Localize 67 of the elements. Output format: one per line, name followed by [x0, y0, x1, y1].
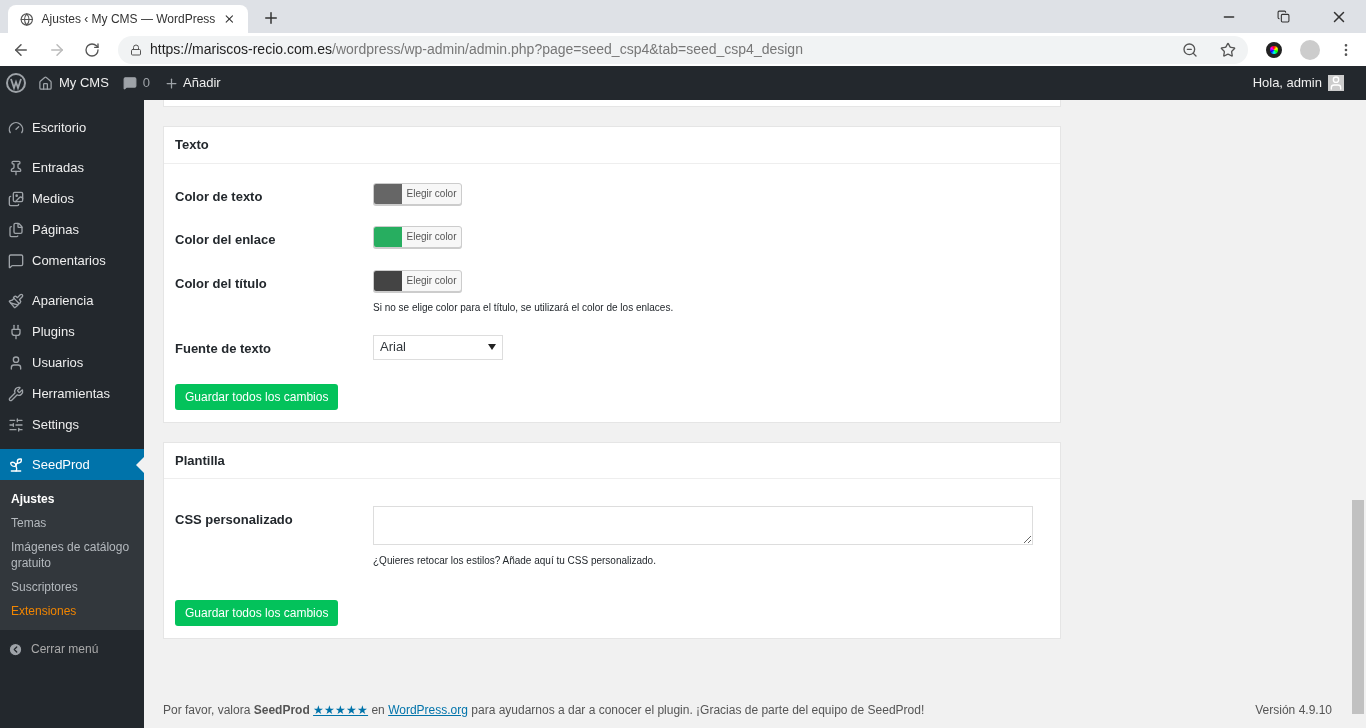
globe-icon: [20, 11, 34, 27]
submenu-item[interactable]: Suscriptores: [0, 575, 144, 599]
menu-item-icon: [8, 292, 24, 309]
sidebar-item[interactable]: Escritorio: [0, 112, 144, 143]
submenu-item[interactable]: Extensiones: [0, 599, 144, 623]
sidebar-item[interactable]: Usuarios: [0, 347, 144, 378]
field-label: Color de texto: [175, 187, 264, 206]
menu-item-icon: [8, 456, 24, 473]
dropdown-arrow-icon: [488, 344, 496, 350]
collapse-menu-button[interactable]: Cerrar menú: [0, 636, 144, 662]
menu-item-icon: [8, 385, 24, 402]
panel-title: Texto: [164, 127, 1060, 164]
panel-title: Plantilla: [164, 442, 1060, 479]
bookmark-star-icon[interactable]: [1220, 41, 1236, 58]
sidebar-item[interactable]: Páginas: [0, 214, 144, 245]
sidebar-item[interactable]: Entradas: [0, 152, 144, 183]
sidebar-item[interactable]: Plugins: [0, 316, 144, 347]
new-link[interactable]: Añadir: [183, 73, 221, 93]
menu-item-icon: [8, 190, 24, 207]
zoom-icon[interactable]: [1182, 41, 1198, 58]
user-avatar-icon: [1328, 75, 1344, 91]
field-label: Color del enlace: [175, 231, 277, 249]
lock-icon: [130, 43, 142, 56]
help-text: Si no se elige color para el título, se utilizará el color de los enlaces.: [373, 300, 674, 315]
menu-item-icon: [8, 159, 24, 176]
menu-item-icon: [8, 354, 24, 371]
home-icon: [38, 75, 53, 91]
sidebar-item[interactable]: Apariencia: [0, 285, 144, 316]
comment-count[interactable]: 0: [142, 73, 151, 93]
address-field[interactable]: https://mariscos-recio.com.es/wordpress/wp-admin/admin.php?page=seed_csp4&tab=seed_csp4_design: [118, 35, 1248, 64]
sidebar-item[interactable]: Comentarios: [0, 245, 144, 276]
version-text: Versión 4.9.10: [1255, 702, 1332, 719]
wordpress-org-link[interactable]: WordPress.org: [388, 703, 468, 717]
reload-icon[interactable]: [84, 41, 100, 58]
extension-icon[interactable]: [1266, 41, 1282, 58]
sidebar-item[interactable]: Herramientas: [0, 378, 144, 409]
plus-icon: [164, 75, 180, 91]
site-name-link[interactable]: My CMS: [59, 73, 109, 93]
collapse-icon: [8, 641, 23, 657]
color-picker-button[interactable]: Elegir color: [373, 182, 462, 205]
menu-item-icon: [8, 416, 24, 433]
menu-item-icon: [8, 221, 24, 238]
field-label: Color del título: [175, 274, 268, 293]
comment-icon: [122, 76, 137, 90]
rating-stars-link[interactable]: ★★★★★: [313, 703, 369, 717]
color-picker-button[interactable]: Elegir color: [373, 269, 462, 292]
field-label: Fuente de texto: [175, 339, 273, 358]
footer-text: Por favor, valora SeedProd ★★★★★ en WordPress.org para ayudarnos a dar a conocer el plugin. ¡Gracias de parte del equipo de SeedProd!: [163, 702, 925, 719]
field-label: CSS personalizado: [175, 511, 294, 529]
new-tab-icon[interactable]: [262, 9, 280, 27]
menu-item-icon: [8, 323, 24, 340]
submenu-item[interactable]: Temas: [0, 511, 144, 535]
color-picker-button[interactable]: Elegir color: [373, 226, 462, 248]
menu-item-icon: [8, 252, 24, 269]
wordpress-logo-icon[interactable]: [6, 73, 26, 93]
close-tab-icon[interactable]: [223, 12, 236, 26]
greeting-link[interactable]: Hola, admin: [1252, 73, 1322, 93]
browser-tab[interactable]: Ajustes ‹ My CMS — WordPress: [8, 5, 248, 33]
restore-icon[interactable]: [1277, 10, 1290, 23]
sidebar-item[interactable]: Medios: [0, 183, 144, 214]
help-text: ¿Quieres retocar los estilos? Añade aquí tu CSS personalizado.: [373, 554, 657, 568]
submenu-item[interactable]: Imágenes de catálogo gratuito: [0, 535, 144, 575]
sidebar-item[interactable]: SeedProd: [0, 449, 144, 480]
submenu-item[interactable]: Ajustes: [0, 487, 144, 511]
menu-item-icon: [8, 119, 24, 136]
font-select[interactable]: Arial: [373, 334, 503, 360]
sidebar-item[interactable]: Settings: [0, 409, 144, 440]
